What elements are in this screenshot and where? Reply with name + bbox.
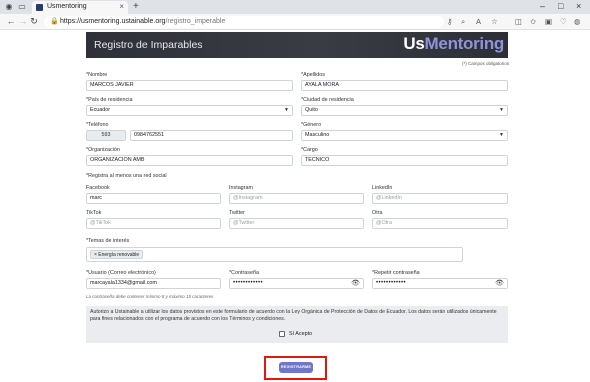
copilot-icon[interactable]: ◍ (574, 17, 581, 26)
favorite-icon[interactable]: ☆ (491, 17, 498, 26)
lock-icon: 🔒 (50, 18, 59, 25)
cargo-field[interactable]: TECNICO (301, 155, 508, 166)
pais-label: *País de residencia (86, 97, 133, 103)
url-host: https://usmentoring.ustainable.org (60, 18, 166, 25)
read-aloud-icon[interactable]: A (476, 17, 481, 26)
address-bar-row: ← → ↻ 🔒 https://usmentoring.ustainable.o… (0, 14, 590, 30)
url-path: /registro_imperable (165, 18, 226, 25)
usuario-email-field[interactable]: marcayala1334@gmail.com (86, 278, 221, 289)
required-fields-note: (*) Campos obligatorios (461, 61, 509, 66)
organizacion-label: *Organización (86, 147, 120, 153)
ciudad-selected-value: Quito (305, 107, 318, 113)
cargo-label: *Cargo (301, 147, 318, 153)
genero-selected-value: Masculino (305, 132, 330, 138)
facebook-field[interactable]: marc (86, 193, 221, 204)
tema-chip[interactable]: × Energía renovable (90, 250, 144, 259)
repetir-contrasena-value: •••••••••••• (376, 280, 407, 286)
genero-label: *Género (301, 122, 322, 128)
repetir-contrasena-field[interactable]: •••••••••••• 👁 (372, 278, 508, 289)
temas-multiselect[interactable]: × Energía renovable (86, 247, 463, 262)
pais-selected-value: Ecuador (90, 107, 111, 113)
maximize-icon[interactable]: □ (558, 1, 563, 11)
tab-actions-icon[interactable]: ▭ (17, 2, 27, 12)
consent-text: Autorizo a Ustainable a utilizar los dat… (90, 309, 497, 322)
linkedin-label: LinkedIn (372, 185, 393, 191)
chevron-down-icon: ▼ (499, 107, 504, 113)
reload-icon[interactable]: ↻ (29, 16, 39, 27)
genero-select[interactable]: Masculino ▼ (301, 130, 508, 141)
pais-select[interactable]: Ecuador ▼ (86, 105, 293, 116)
contrasena-value: •••••••••••• (233, 280, 264, 286)
linkedin-field[interactable]: @LinkedIn (372, 193, 508, 204)
usuario-label: *Usuario (Correo electrónico) (86, 270, 156, 276)
repetir-contrasena-label: *Repetir contraseña (372, 270, 420, 276)
minimize-icon[interactable]: – (540, 1, 545, 11)
usmentoring-logo: UsMentoring (403, 34, 504, 53)
page-banner: Registro de Imparables UsMentoring (86, 32, 508, 58)
browser-essentials-icon[interactable]: ♡ (560, 17, 567, 26)
eye-icon[interactable]: 👁 (495, 279, 504, 288)
close-window-icon[interactable]: × (576, 1, 581, 11)
contrasena-field[interactable]: •••••••••••• 👁 (229, 278, 364, 289)
password-hint: La contraseña debe contener mínimo 8 y m… (86, 294, 214, 299)
url-field[interactable]: 🔒 https://usmentoring.ustainable.org/reg… (44, 16, 444, 28)
eye-icon[interactable]: 👁 (351, 279, 360, 288)
consent-panel: Autorizo a Ustainable a utilizar los dat… (86, 306, 508, 343)
ciudad-select[interactable]: Quito ▼ (301, 105, 508, 116)
accept-checkbox[interactable] (279, 331, 285, 337)
temas-label: *Temas de interés (86, 238, 130, 244)
telefono-field[interactable]: 0984762551 (130, 130, 293, 141)
zoom-icon[interactable]: ⌕ (461, 17, 465, 27)
chevron-down-icon: ▼ (499, 132, 504, 138)
tiktok-label: TikTok (86, 210, 102, 216)
organizacion-field[interactable]: ORGANIZACION AMB (86, 155, 293, 166)
apellidos-label: *Apellidos (301, 72, 325, 78)
nombre-label: *Nombre (86, 72, 108, 78)
browser-tab-bar: ◉ ▭ Usmentoring × + – □ × (0, 0, 590, 14)
apellidos-field[interactable]: AYALA MORA (301, 80, 508, 91)
twitter-label: Twitter (229, 210, 245, 216)
accept-checkbox-label[interactable]: Sí Acepto (289, 331, 312, 337)
tab-title: Usmentoring (47, 3, 87, 10)
ciudad-label: *Ciudad de residencia (301, 97, 354, 103)
contrasena-label: *Contraseña (229, 270, 259, 276)
back-arrow-icon[interactable]: ← (6, 16, 16, 26)
collections-icon[interactable]: ▣ (545, 17, 552, 26)
twitter-field[interactable]: @Twitter (229, 218, 364, 229)
close-tab-icon[interactable]: × (119, 2, 124, 11)
otra-field[interactable]: @Otra (372, 218, 508, 229)
instagram-field[interactable]: @Instagram (229, 193, 364, 204)
tiktok-field[interactable]: @TikTok (86, 218, 221, 229)
telefono-prefix: 593 (86, 130, 126, 141)
page-title: Registro de Imparables (94, 39, 203, 51)
browser-tab[interactable]: Usmentoring × (32, 1, 128, 14)
site-favicon-icon (36, 4, 43, 11)
telefono-label: *Teléfono (86, 122, 109, 128)
forward-arrow-icon[interactable]: → (18, 16, 28, 26)
profile-icon[interactable]: ◉ (4, 2, 14, 12)
nombre-field[interactable]: MARCOS JAVIER (86, 80, 293, 91)
split-screen-icon[interactable]: ◫ (515, 17, 522, 26)
facebook-label: Facebook (86, 185, 110, 191)
favorites-list-icon[interactable]: ✩ (530, 17, 536, 26)
key-icon[interactable]: ⚷ (447, 17, 453, 26)
instagram-label: Instagram (229, 185, 253, 191)
new-tab-icon[interactable]: + (133, 1, 139, 12)
otra-label: Otra (372, 210, 383, 216)
chevron-down-icon: ▼ (284, 107, 289, 113)
social-networks-label: *Registra al menos una red social (86, 173, 167, 179)
register-button[interactable]: REGISTRARME (279, 362, 313, 373)
